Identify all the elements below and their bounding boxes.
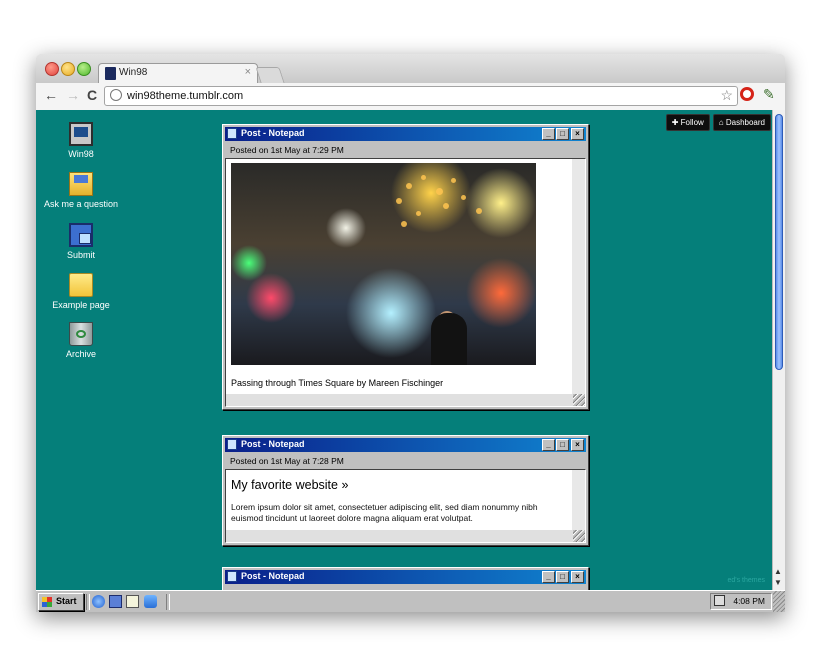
- post-window-title: Post - Notepad: [241, 128, 305, 138]
- desktop-icon-archive[interactable]: Archive: [36, 322, 126, 359]
- desktop-icon-label: Submit: [66, 250, 95, 260]
- globe-icon: [110, 89, 122, 101]
- post-date: Posted on 1st May at 7:29 PM: [230, 145, 344, 155]
- desktop-icon-submit[interactable]: Submit: [36, 223, 126, 260]
- post-window-text: Post - Notepad _ □ × Posted on 1st May at …: [222, 435, 589, 546]
- follow-label: Follow: [680, 118, 704, 127]
- post-window-titlebar: Post - Notepad _ □ ×: [225, 438, 586, 452]
- desktop-icon-win98[interactable]: Win98: [36, 122, 126, 159]
- start-button[interactable]: Start: [38, 593, 84, 611]
- desktop-icon-label: Example page: [52, 300, 110, 310]
- browser-window: Win98 × ← → C win98theme.tumblr.com ☆ ✎ …: [36, 54, 785, 612]
- reload-icon[interactable]: C: [87, 87, 97, 103]
- notepad-icon: [227, 439, 237, 450]
- close-window-button[interactable]: [45, 62, 59, 76]
- post-scrollbar[interactable]: [572, 159, 585, 394]
- folder-icon: [69, 273, 93, 297]
- post-photo[interactable]: [231, 163, 536, 365]
- minimize-button[interactable]: _: [542, 571, 555, 583]
- opera-extension-icon[interactable]: [740, 87, 754, 101]
- desktop-icon-label: Archive: [65, 349, 96, 359]
- post-status-bar: [226, 530, 585, 542]
- resize-grip[interactable]: [573, 394, 585, 406]
- post-status-bar: [226, 394, 585, 406]
- browser-toolbar: ← → C win98theme.tumblr.com ☆ ✎: [36, 83, 785, 111]
- system-tray: 4:08 PM: [710, 593, 772, 610]
- mail-folder-icon: [69, 172, 93, 196]
- address-url[interactable]: win98theme.tumblr.com: [127, 90, 243, 102]
- maximize-button[interactable]: □: [556, 439, 569, 451]
- post-window-titlebar: Post - Notepad _ □ ×: [225, 127, 586, 141]
- dashboard-label: Dashboard: [725, 118, 765, 127]
- wrench-icon[interactable]: ✎: [763, 86, 775, 103]
- minimize-button[interactable]: _: [542, 128, 555, 140]
- bookmark-star-icon[interactable]: ☆: [720, 87, 733, 104]
- follow-button[interactable]: ✚ Follow: [665, 114, 710, 131]
- scroll-down-arrow-icon[interactable]: ▼: [774, 578, 782, 587]
- post-body-text: Lorem ipsum dolor sit amet, consectetuer…: [231, 502, 538, 523]
- dashboard-button[interactable]: ⌂ Dashboard: [712, 114, 771, 131]
- taskbar-clock: 4:08 PM: [733, 596, 765, 606]
- forward-arrow-icon[interactable]: →: [66, 87, 80, 103]
- maximize-button[interactable]: □: [556, 571, 569, 583]
- notepad-quick-launch-icon[interactable]: [126, 595, 139, 608]
- win98-taskbar: Start 4:08 PM: [36, 590, 785, 612]
- maximize-button[interactable]: □: [556, 128, 569, 140]
- page-scrollbar-thumb[interactable]: [775, 114, 783, 370]
- desktop-icon-label: Ask me a question: [43, 199, 119, 209]
- post-content: My favorite website » Lorem ipsum dolor …: [225, 469, 586, 543]
- win98-desktop: Win98 Ask me a question Submit Example p…: [36, 110, 773, 609]
- browser-tab[interactable]: Win98 ×: [98, 63, 258, 85]
- post-heading-link[interactable]: My favorite website »: [231, 478, 567, 492]
- close-button[interactable]: ×: [571, 439, 584, 451]
- scheduler-icon[interactable]: [714, 595, 725, 606]
- taskbar-separator: [86, 594, 90, 610]
- favicon-icon: [105, 67, 116, 80]
- network-icon: [69, 223, 93, 247]
- minimize-button[interactable]: _: [542, 439, 555, 451]
- close-button[interactable]: ×: [571, 571, 584, 583]
- tab-close-icon[interactable]: ×: [245, 66, 251, 78]
- internet-explorer-icon[interactable]: [92, 595, 105, 608]
- zoom-window-button[interactable]: [77, 62, 91, 76]
- close-button[interactable]: ×: [571, 128, 584, 140]
- computer-icon: [69, 122, 93, 146]
- credit-link[interactable]: ed's themes: [727, 577, 765, 584]
- page-scrollbar[interactable]: ▲ ▼: [772, 110, 785, 590]
- scroll-up-arrow-icon[interactable]: ▲: [774, 567, 782, 576]
- desktop-icon-ask[interactable]: Ask me a question: [36, 172, 126, 209]
- desktop-icon-example-page[interactable]: Example page: [36, 273, 126, 310]
- minimize-window-button[interactable]: [61, 62, 75, 76]
- tab-title: Win98: [119, 67, 148, 78]
- tumblr-controls: ✚ Follow ⌂ Dashboard: [663, 112, 771, 131]
- notepad-icon: [227, 128, 237, 139]
- photo-caption: Passing through Times Square by Mareen F…: [231, 378, 444, 388]
- resize-grip[interactable]: [573, 530, 585, 542]
- window-resize-grip[interactable]: [773, 591, 785, 612]
- taskbar-separator: [166, 594, 170, 610]
- desktop-icon-label: Win98: [68, 149, 94, 159]
- notepad-icon: [227, 571, 237, 582]
- address-bar[interactable]: win98theme.tumblr.com ☆: [104, 86, 738, 106]
- post-window-titlebar: Post - Notepad _ □ ×: [225, 570, 586, 584]
- new-tab-button[interactable]: [255, 67, 285, 83]
- post-window-title: Post - Notepad: [241, 571, 305, 581]
- outlook-icon[interactable]: [109, 595, 122, 608]
- post-content: Passing through Times Square by Mareen F…: [225, 158, 586, 407]
- post-window-title: Post - Notepad: [241, 439, 305, 449]
- post-date: Posted on 1st May at 7:28 PM: [230, 456, 344, 466]
- post-window-photo: Post - Notepad _ □ × Posted on 1st May at …: [222, 124, 589, 410]
- recycle-bin-icon: [69, 322, 93, 346]
- browser-titlebar: Win98 ×: [36, 54, 785, 85]
- start-label: Start: [56, 596, 77, 606]
- post-scrollbar[interactable]: [572, 470, 585, 530]
- windows-logo-icon: [42, 597, 52, 607]
- back-arrow-icon[interactable]: ←: [44, 87, 58, 103]
- channels-icon[interactable]: [144, 595, 157, 608]
